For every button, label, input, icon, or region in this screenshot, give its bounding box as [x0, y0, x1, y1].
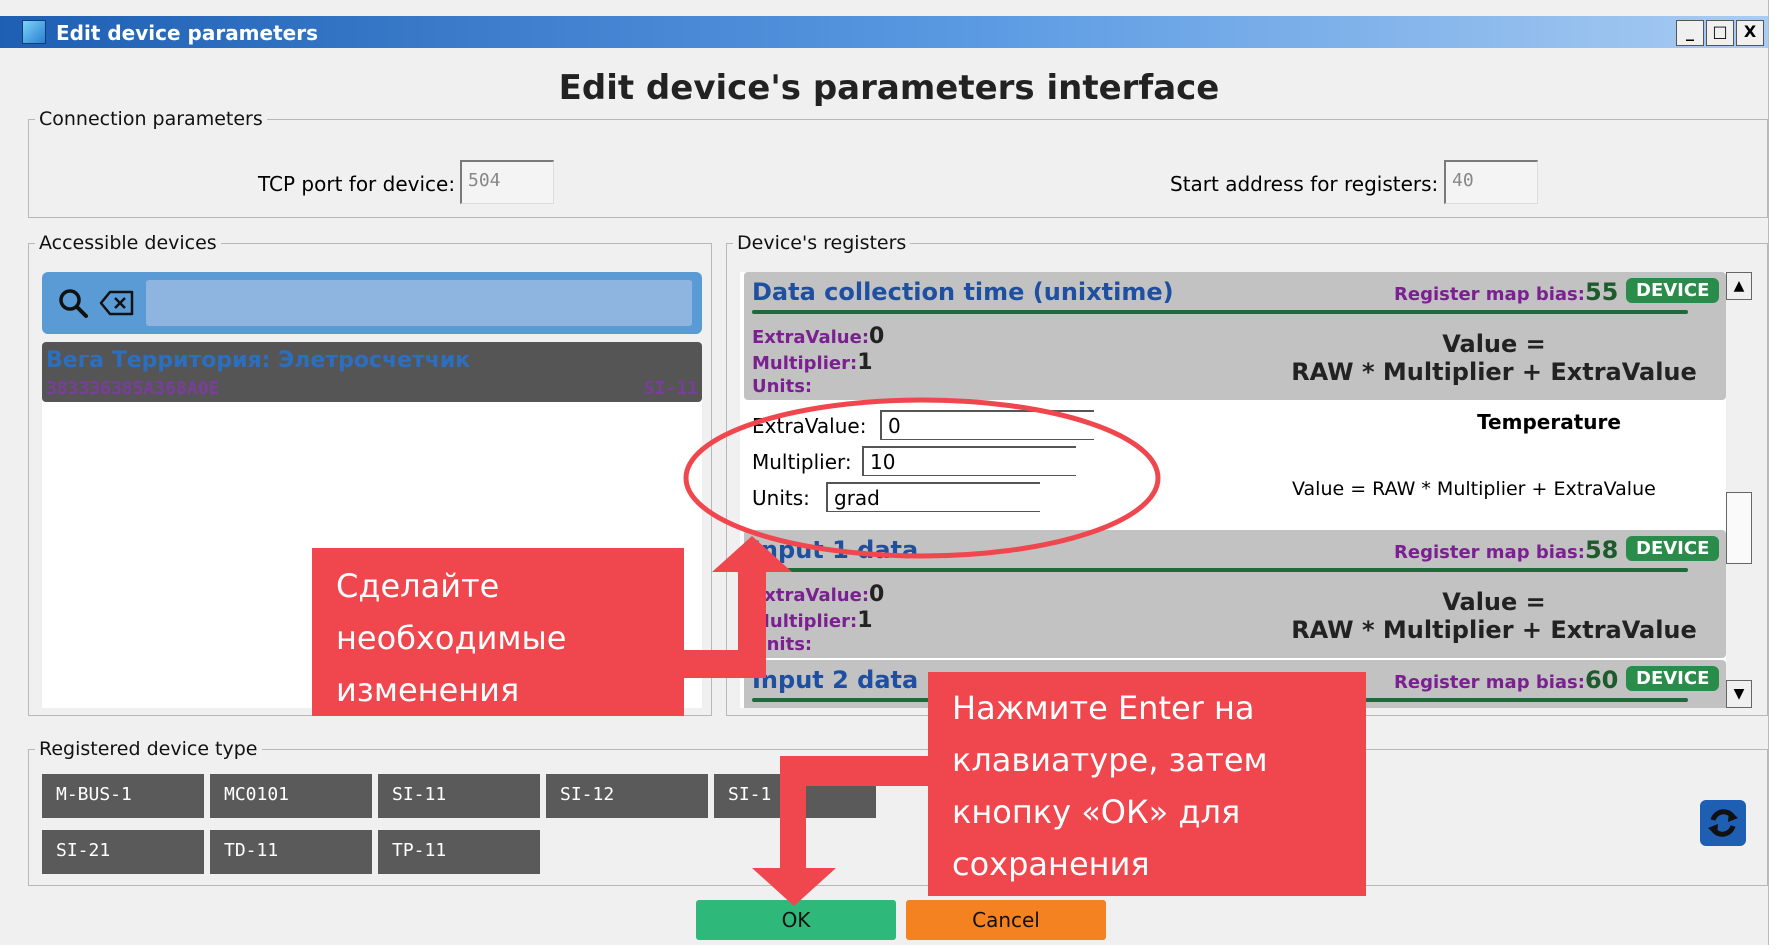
- annotation-left-line: необходимые: [336, 619, 567, 657]
- annotation-right: Нажмите Enter на клавиатуре, затем кнопк…: [928, 672, 1366, 896]
- annotation-left-line: Сделайте: [336, 567, 500, 605]
- highlight-ellipse: [683, 397, 1161, 559]
- annotation-overlay: [683, 397, 1161, 906]
- annotation-right-line: кнопку «ОК» для: [952, 793, 1241, 831]
- annotation-right-line: клавиатуре, затем: [952, 741, 1268, 779]
- annotation-left-line: изменения: [336, 671, 520, 709]
- annotation-right-line: Нажмите Enter на: [952, 689, 1255, 727]
- annotation-left: Сделайте необходимые изменения: [312, 548, 684, 716]
- arrow-connector: [684, 650, 766, 678]
- annotation-right-line: сохранения: [952, 845, 1150, 883]
- down-arrow: [752, 756, 928, 906]
